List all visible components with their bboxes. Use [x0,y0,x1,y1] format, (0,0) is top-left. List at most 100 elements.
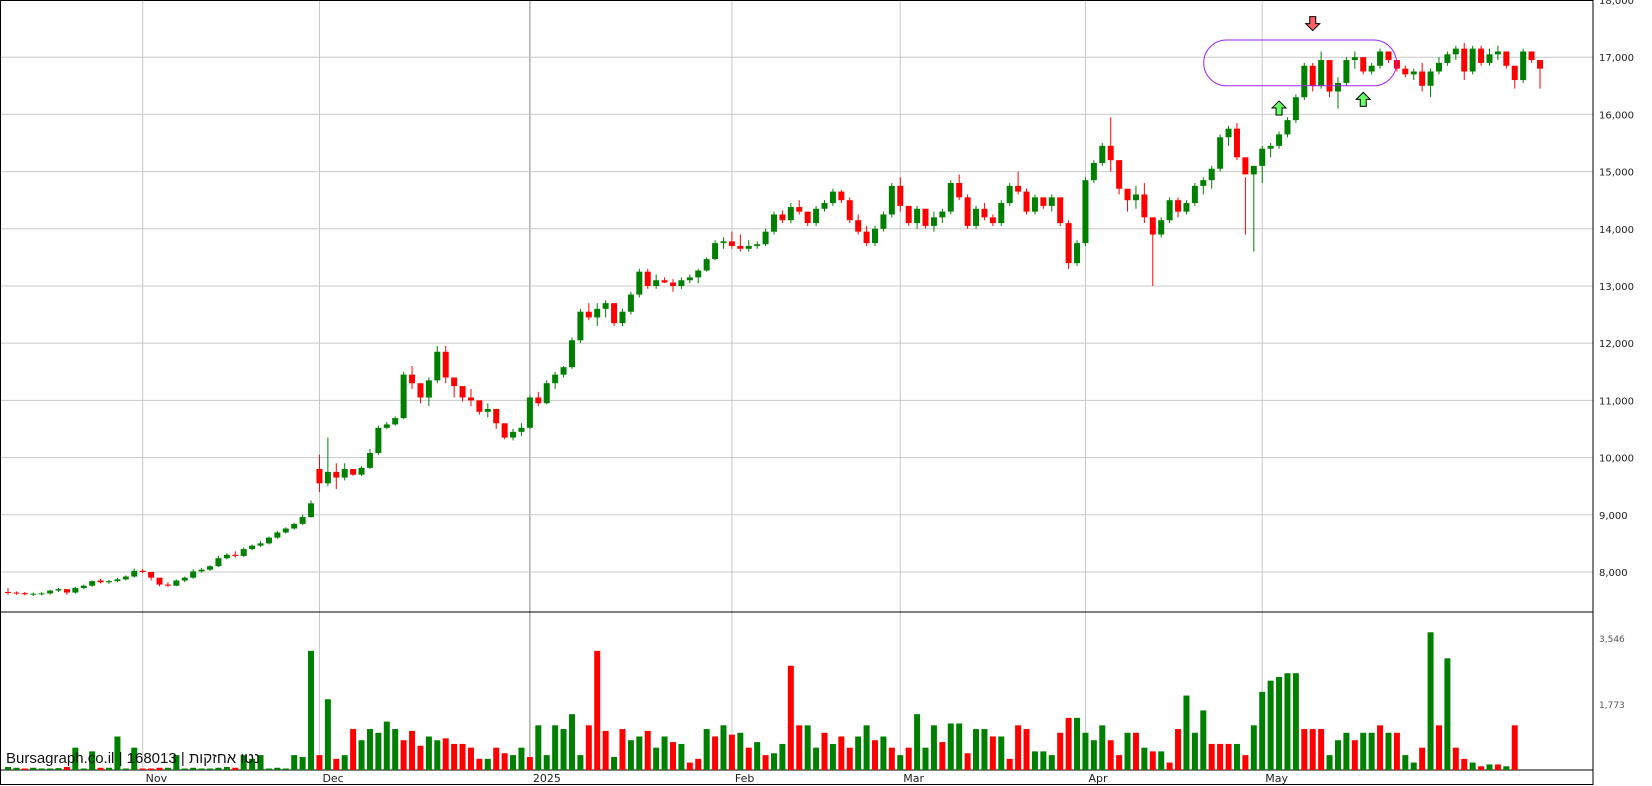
candle-body [779,214,786,221]
volume-bar [476,758,483,770]
candle-body [821,203,828,209]
volume-bar [392,729,399,770]
candle-body [1402,68,1409,75]
candle-body [678,280,685,286]
chart-frame [0,0,1594,785]
volume-bar [38,768,45,770]
candle-body [232,554,239,556]
candle-body [1267,145,1274,149]
volume-bar [661,736,668,770]
candle-body [156,577,163,585]
candle-body [669,282,676,286]
volume-bar [1191,732,1198,770]
candle-body [1116,160,1123,189]
volume-bar [703,729,710,770]
x-tick-label: Nov [146,772,168,785]
candle-body [131,570,138,577]
candle-body [366,452,373,468]
y-tick-label: 15,000 [1599,168,1634,179]
volume-bar [1031,751,1038,770]
candle-body [324,471,331,484]
volume-bar [947,723,954,770]
candle-body [5,591,11,593]
candle-body [282,528,289,533]
candle-body [383,424,390,428]
candle-body [745,245,752,249]
candle-body [1537,60,1543,69]
candle-body [964,197,971,226]
candle-body [291,523,298,529]
volume-bar [1040,751,1047,770]
volume-bar [585,725,592,770]
volume-bar [1259,691,1266,770]
volume-bar [619,729,626,770]
candle-body [880,214,887,229]
candle-body [526,397,533,428]
volume-bar [1419,747,1426,770]
volume-bar [333,758,340,770]
candle-body [1233,128,1240,158]
volume-bar [543,755,550,770]
volume-bar [914,714,921,770]
volume-bar [1309,729,1316,770]
watermark: Bursagraph.co.il | 168013 | נטו אחזקות [6,750,260,767]
volume-bar [855,736,862,770]
candle-body [47,590,54,594]
candle-body [1452,48,1459,55]
candle-body [38,593,45,595]
candle-body [316,469,323,484]
volume-bar [1478,766,1485,770]
candle-body [173,580,180,586]
volume-bar [291,755,298,770]
candle-body [265,537,272,544]
candle-body [897,185,904,206]
volume-bar [552,725,559,770]
candle-body [207,566,214,570]
volume-bar [63,767,70,770]
volume-bar [602,730,609,770]
volume-bar [998,736,1005,770]
candle-body [122,576,129,580]
candle-body [1191,185,1198,204]
candle-body [30,593,37,595]
volume-bar [1065,717,1072,770]
candle-body [1048,197,1055,206]
candle-body [1410,71,1417,75]
candle-body [754,244,761,246]
candle-body [518,427,525,432]
candle-body [1107,145,1114,161]
candle-body [712,243,719,260]
volume-bar [779,743,786,770]
volume-bar [1402,755,1409,770]
volume-bar [737,732,744,770]
volume-bar [1360,732,1367,770]
candle-body [611,303,618,324]
candle-body [552,374,559,384]
candle-body [644,271,651,286]
volume-bar [1410,762,1417,770]
candle-body [1511,65,1518,81]
volume-bar [1292,673,1299,770]
candle-body [686,277,693,281]
candle-body [720,241,727,244]
volume-bar [417,745,424,770]
volume-bar [846,747,853,770]
volume-bar [207,768,214,770]
volume-bar [863,725,870,770]
volume-bar [568,714,575,770]
volume-bar [434,740,441,770]
volume-bar [425,736,432,770]
candle-body [762,231,769,245]
volume-bar [5,767,11,770]
volume-bar [829,743,836,770]
volume-bar [13,767,20,770]
candle-body [543,383,550,404]
candle-body [510,431,517,438]
y-tick-label: 11,000 [1599,396,1634,407]
volume-bar [678,743,685,770]
candle-body [1276,134,1283,146]
volume-bar [375,732,382,770]
volume-bar [1225,743,1232,770]
candle-body [63,589,70,593]
volume-bar [1099,725,1106,770]
